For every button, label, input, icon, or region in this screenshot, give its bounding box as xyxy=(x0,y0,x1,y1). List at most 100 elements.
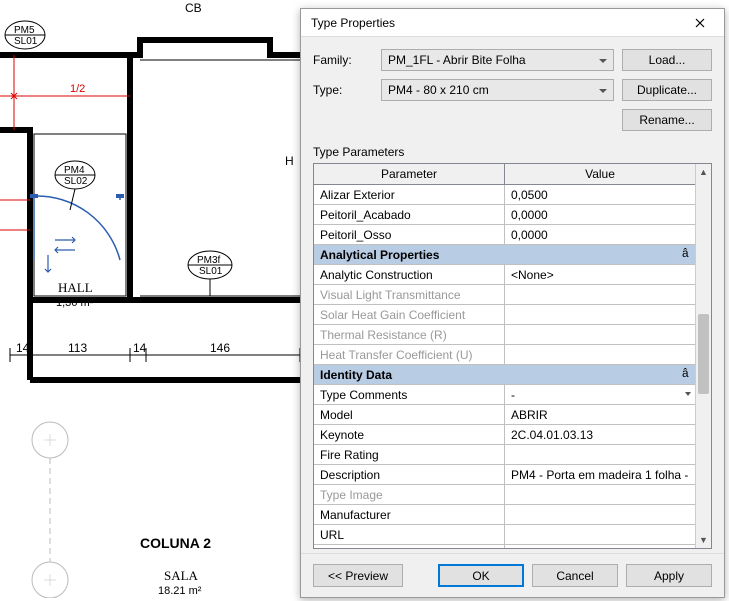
group-header[interactable]: Analytical Propertiesâ xyxy=(314,245,695,265)
tag-pm3fb: SL01 xyxy=(199,266,223,277)
collapse-icon[interactable]: â xyxy=(682,247,689,261)
param-name: Manufacturer xyxy=(314,505,505,525)
param-name: Assembly Code xyxy=(314,545,505,549)
label-sala: SALA xyxy=(164,568,199,583)
param-value[interactable] xyxy=(505,485,696,505)
dim-half: 1/2 xyxy=(70,83,85,95)
table-row[interactable]: ModelABRIR xyxy=(314,405,695,425)
param-name: Type Image xyxy=(314,485,505,505)
tag-pm3f: PM3f xyxy=(197,255,221,266)
param-value[interactable] xyxy=(505,285,696,305)
table-row[interactable]: Alizar Exterior0,0500 xyxy=(314,185,695,205)
label-hall: HALL xyxy=(58,280,93,295)
param-value[interactable]: 0,0500 xyxy=(505,185,696,205)
tag-pm5b: SL01 xyxy=(14,36,38,47)
dialog-title: Type Properties xyxy=(311,16,680,30)
table-row[interactable]: Solar Heat Gain Coefficient xyxy=(314,305,695,325)
param-value[interactable]: ABRIR xyxy=(505,405,696,425)
param-value[interactable] xyxy=(505,325,696,345)
scroll-up-icon[interactable]: ▲ xyxy=(696,164,711,180)
param-name: Keynote xyxy=(314,425,505,445)
param-value[interactable]: 0,0000 xyxy=(505,205,696,225)
param-value[interactable] xyxy=(505,345,696,365)
dim-14b: 14 xyxy=(133,341,147,355)
tag-pm4b: SL02 xyxy=(64,176,88,187)
titlebar[interactable]: Type Properties xyxy=(301,9,724,37)
param-name: Solar Heat Gain Coefficient xyxy=(314,305,505,325)
param-value[interactable] xyxy=(505,505,696,525)
table-row[interactable]: Type Image xyxy=(314,485,695,505)
ok-button[interactable]: OK xyxy=(438,564,524,587)
label-coluna: COLUNA 2 xyxy=(140,535,211,551)
table-row[interactable]: DescriptionPM4 - Porta em madeira 1 folh… xyxy=(314,465,695,485)
param-name: Heat Transfer Coefficient (U) xyxy=(314,345,505,365)
close-button[interactable] xyxy=(680,12,720,34)
table-row[interactable]: Thermal Resistance (R) xyxy=(314,325,695,345)
type-parameters-label: Type Parameters xyxy=(313,145,712,159)
param-name: Fire Rating xyxy=(314,445,505,465)
param-name: Description xyxy=(314,465,505,485)
type-value: PM4 - 80 x 210 cm xyxy=(388,83,489,97)
table-row[interactable]: Fire Rating xyxy=(314,445,695,465)
col-parameter[interactable]: Parameter xyxy=(314,164,505,185)
collapse-icon[interactable]: â xyxy=(682,367,689,381)
param-value[interactable]: 0,0000 xyxy=(505,225,696,245)
apply-button[interactable]: Apply xyxy=(626,564,712,587)
table-row[interactable]: Peitoril_Acabado0,0000 xyxy=(314,205,695,225)
param-name: Thermal Resistance (R) xyxy=(314,325,505,345)
param-value[interactable]: 2C.04.01.03.13 xyxy=(505,425,696,445)
table-row[interactable]: Assembly Code xyxy=(314,545,695,549)
dim-146: 146 xyxy=(210,341,230,355)
type-label: Type: xyxy=(313,83,373,97)
grid-scrollbar[interactable]: ▲ ▼ xyxy=(695,164,711,548)
duplicate-button[interactable]: Duplicate... xyxy=(622,79,712,101)
param-name: Model xyxy=(314,405,505,425)
param-name: Peitoril_Acabado xyxy=(314,205,505,225)
cancel-button[interactable]: Cancel xyxy=(532,564,618,587)
family-value: PM_1FL - Abrir Bite Folha xyxy=(388,53,526,67)
param-value[interactable] xyxy=(505,545,696,549)
type-select[interactable]: PM4 - 80 x 210 cm xyxy=(381,79,614,101)
dim-113: 113 xyxy=(68,341,87,355)
close-icon xyxy=(695,18,705,28)
param-value[interactable]: <None> xyxy=(505,265,696,285)
family-select[interactable]: PM_1FL - Abrir Bite Folha xyxy=(381,49,614,71)
param-name: Peitoril_Osso xyxy=(314,225,505,245)
dim-14a: 14 xyxy=(16,341,30,355)
param-name: Visual Light Transmittance xyxy=(314,285,505,305)
table-row[interactable]: Manufacturer xyxy=(314,505,695,525)
param-value[interactable] xyxy=(505,305,696,325)
table-row[interactable]: Keynote2C.04.01.03.13 xyxy=(314,425,695,445)
param-name: URL xyxy=(314,525,505,545)
param-name: Type Comments xyxy=(314,385,505,405)
param-value[interactable] xyxy=(505,525,696,545)
param-value[interactable] xyxy=(505,445,696,465)
table-row[interactable]: Peitoril_Osso0,0000 xyxy=(314,225,695,245)
scroll-down-icon[interactable]: ▼ xyxy=(696,532,711,548)
label-h: H xyxy=(285,154,294,168)
preview-button[interactable]: << Preview xyxy=(313,564,403,587)
col-value[interactable]: Value xyxy=(505,164,696,185)
group-header[interactable]: Identity Dataâ xyxy=(314,365,695,385)
param-name: Analytic Construction xyxy=(314,265,505,285)
table-row[interactable]: URL xyxy=(314,525,695,545)
table-row[interactable]: Analytic Construction<None> xyxy=(314,265,695,285)
table-row[interactable]: Identity Dataâ xyxy=(314,365,695,385)
table-row[interactable]: Heat Transfer Coefficient (U) xyxy=(314,345,695,365)
param-value[interactable]: - xyxy=(505,385,696,405)
type-properties-dialog: Type Properties Family: PM_1FL - Abrir B… xyxy=(300,8,725,598)
param-name: Alizar Exterior xyxy=(314,185,505,205)
table-row[interactable]: Visual Light Transmittance xyxy=(314,285,695,305)
param-value[interactable]: PM4 - Porta em madeira 1 folha - xyxy=(505,465,696,485)
label-cb: CB xyxy=(185,1,202,15)
load-button[interactable]: Load... xyxy=(622,49,712,71)
label-hall-area: 1,36 m² xyxy=(56,297,94,309)
parameters-grid: Parameter Value Alizar Exterior0,0500Pei… xyxy=(313,163,712,549)
table-row[interactable]: Type Comments- xyxy=(314,385,695,405)
scroll-thumb[interactable] xyxy=(698,314,709,394)
tag-pm4: PM4 xyxy=(64,165,85,176)
table-row[interactable]: Analytical Propertiesâ xyxy=(314,245,695,265)
label-sala-area: 18.21 m² xyxy=(158,585,202,597)
rename-button[interactable]: Rename... xyxy=(622,109,712,131)
tag-pm5: PM5 xyxy=(14,25,35,36)
